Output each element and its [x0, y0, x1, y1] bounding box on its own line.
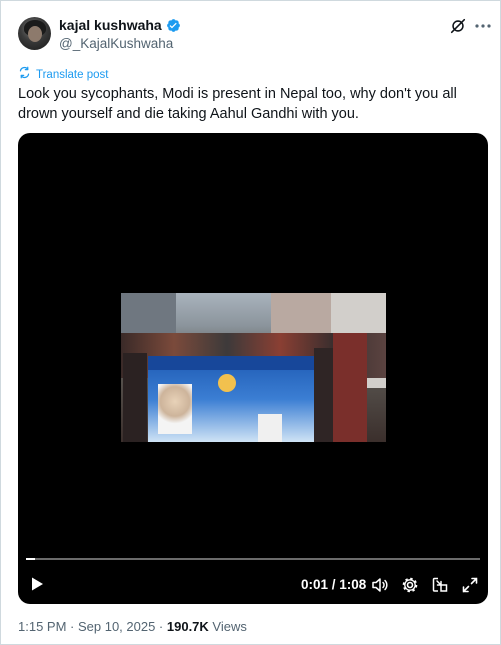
meta-separator: ·	[155, 619, 167, 634]
video-progress-track[interactable]	[26, 558, 480, 560]
avatar[interactable]	[18, 17, 51, 50]
author-display-name[interactable]: kajal kushwaha	[59, 17, 162, 34]
fullscreen-icon[interactable]	[461, 576, 479, 594]
views-label: Views	[208, 619, 247, 634]
volume-icon[interactable]	[371, 576, 389, 594]
settings-icon[interactable]	[401, 576, 419, 594]
video-time: 0:01 / 1:08	[301, 577, 367, 592]
frame-banner	[148, 356, 316, 442]
video-player[interactable]: 0:01 / 1:08	[18, 133, 488, 604]
frame-person	[314, 348, 334, 442]
tweet-timestamp[interactable]: 1:15 PM · Sep 10, 2025	[18, 619, 155, 634]
banner-strip	[148, 356, 316, 370]
picture-in-picture-icon[interactable]	[431, 576, 449, 594]
frame-person	[333, 333, 367, 442]
video-frame	[121, 293, 386, 442]
frame-person	[123, 353, 147, 442]
more-icon[interactable]	[473, 17, 493, 35]
banner-seal	[218, 374, 236, 392]
translate-icon	[18, 66, 31, 83]
avatar-face	[28, 26, 42, 42]
banner-figure	[258, 414, 282, 442]
grok-icon[interactable]	[449, 17, 467, 35]
author-handle[interactable]: @_KajalKushwaha	[59, 35, 173, 52]
play-icon[interactable]	[29, 576, 45, 592]
banner-portrait	[158, 384, 192, 434]
views-count[interactable]: 190.7K	[167, 619, 209, 634]
author-name-row[interactable]: kajal kushwaha	[59, 17, 181, 34]
tweet-text: Look you sycophants, Modi is present in …	[18, 86, 457, 122]
tweet-meta: 1:15 PM · Sep 10, 2025 · 190.7K Views	[18, 619, 247, 635]
translate-post-link[interactable]: Translate post	[18, 66, 108, 83]
video-controls: 0:01 / 1:08	[18, 570, 488, 600]
translate-label: Translate post	[36, 68, 109, 81]
verified-badge-icon	[166, 18, 181, 33]
video-progress-fill	[26, 558, 36, 560]
